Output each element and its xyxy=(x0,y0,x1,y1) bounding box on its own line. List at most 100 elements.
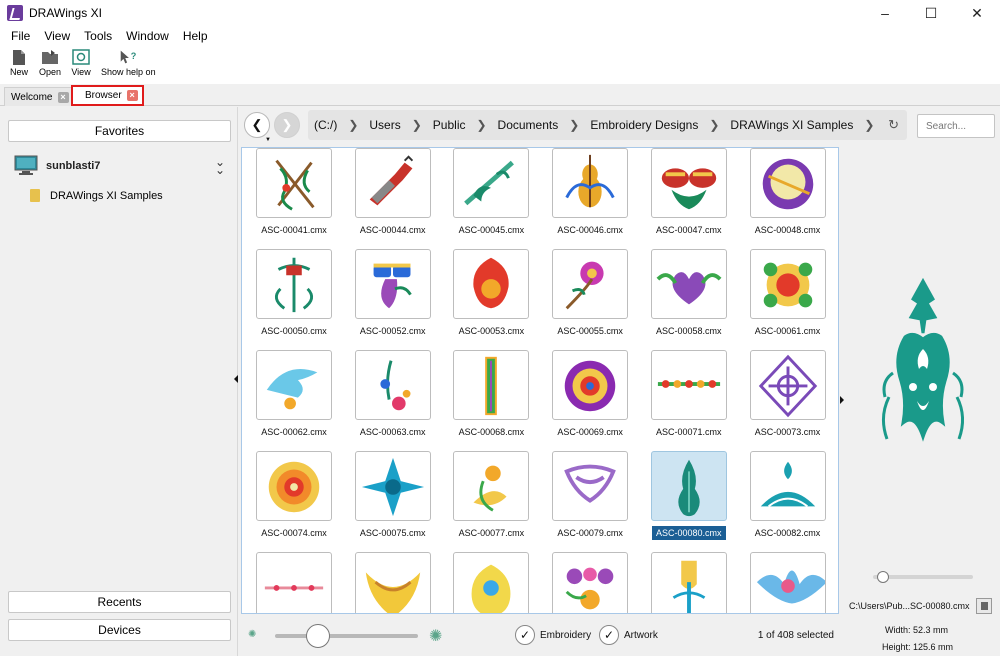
file-name[interactable]: ASC-00080.cmx xyxy=(649,526,729,540)
file-tile[interactable] xyxy=(748,552,828,613)
file-name[interactable]: ASC-00045.cmx xyxy=(445,225,537,235)
file-thumbnail[interactable] xyxy=(749,249,826,319)
tab-browser[interactable]: Browser × xyxy=(71,85,144,106)
file-thumbnail[interactable] xyxy=(552,148,629,218)
file-thumbnail[interactable] xyxy=(256,451,332,521)
file-name[interactable]: ASC-00068.cmx xyxy=(445,427,537,437)
file-tile[interactable]: ASC-00041.cmx xyxy=(254,148,334,248)
devices-button[interactable]: Devices xyxy=(8,619,231,641)
forward-button[interactable]: ❯ xyxy=(274,112,300,138)
file-tile[interactable]: ASC-00050.cmx xyxy=(254,249,334,349)
file-name[interactable]: ASC-00048.cmx xyxy=(742,225,834,235)
file-tile[interactable]: ASC-00071.cmx xyxy=(649,350,729,450)
file-tile[interactable]: ASC-00079.cmx xyxy=(550,451,630,551)
collapse-left-panel-icon[interactable] xyxy=(234,375,238,383)
thumbnail-size-slider[interactable] xyxy=(275,634,418,638)
file-tile[interactable]: ASC-00055.cmx xyxy=(550,249,630,349)
file-name[interactable]: ASC-00058.cmx xyxy=(643,326,735,336)
file-name[interactable]: ASC-00075.cmx xyxy=(347,528,439,538)
menu-view[interactable]: View xyxy=(37,29,77,43)
file-thumbnail[interactable] xyxy=(552,249,629,319)
file-name[interactable]: ASC-00073.cmx xyxy=(742,427,834,437)
zoom-out-icon[interactable]: ✺ xyxy=(248,629,256,640)
history-dropdown-icon[interactable]: ▼ xyxy=(265,137,271,143)
file-name[interactable]: ASC-00061.cmx xyxy=(742,326,834,336)
file-thumbnail[interactable] xyxy=(552,350,629,420)
menu-file[interactable]: File xyxy=(4,29,37,43)
file-thumbnail[interactable] xyxy=(256,552,332,613)
chevron-right-icon[interactable]: ❯ xyxy=(701,118,727,132)
file-name[interactable]: ASC-00053.cmx xyxy=(445,326,537,336)
file-tile[interactable] xyxy=(353,552,433,613)
file-thumbnail[interactable] xyxy=(453,148,530,218)
file-tile[interactable]: ASC-00062.cmx xyxy=(254,350,334,450)
file-name[interactable]: ASC-00046.cmx xyxy=(544,225,636,235)
file-thumbnail[interactable] xyxy=(749,148,826,218)
computer-node[interactable]: sunblasti7 ⌄ ⌄ xyxy=(14,153,232,179)
file-name[interactable]: ASC-00063.cmx xyxy=(347,427,439,437)
file-thumbnail[interactable] xyxy=(749,350,826,420)
file-tile[interactable] xyxy=(254,552,334,613)
file-name[interactable]: ASC-00047.cmx xyxy=(643,225,735,235)
file-tile[interactable]: ASC-00074.cmx xyxy=(254,451,334,551)
show-help-button[interactable]: ? Show help on xyxy=(96,46,161,77)
collapse-preview-icon[interactable] xyxy=(840,396,844,404)
file-thumbnail[interactable] xyxy=(256,148,332,218)
file-tile[interactable]: ASC-00068.cmx xyxy=(451,350,531,450)
file-thumbnail[interactable] xyxy=(354,148,431,218)
file-name[interactable]: ASC-00050.cmx xyxy=(248,326,340,336)
open-button[interactable]: Open xyxy=(34,46,66,77)
file-tile[interactable] xyxy=(451,552,531,613)
file-tile[interactable]: ASC-00069.cmx xyxy=(550,350,630,450)
favorites-button[interactable]: Favorites xyxy=(8,120,231,142)
embroidery-filter[interactable]: ✓ Embroidery xyxy=(515,625,591,645)
chevron-right-icon[interactable]: ❯ xyxy=(561,118,587,132)
folder-item[interactable]: DRAWings XI Samples xyxy=(30,189,163,202)
file-tile[interactable]: ASC-00082.cmx xyxy=(748,451,828,551)
preview-zoom-handle[interactable] xyxy=(877,571,889,583)
file-tile[interactable]: ASC-00044.cmx xyxy=(353,148,433,248)
file-name[interactable]: ASC-00074.cmx xyxy=(248,528,340,538)
new-button[interactable]: New xyxy=(4,46,34,77)
file-thumbnail[interactable] xyxy=(453,350,530,420)
close-tab-icon[interactable]: × xyxy=(126,90,138,101)
file-thumbnail[interactable] xyxy=(552,552,629,613)
file-thumbnail[interactable] xyxy=(354,249,431,319)
file-thumbnail[interactable] xyxy=(650,350,727,420)
file-name[interactable]: ASC-00044.cmx xyxy=(347,225,439,235)
file-tile[interactable]: ASC-00073.cmx xyxy=(748,350,828,450)
refresh-icon[interactable]: ↻ xyxy=(888,117,899,133)
breadcrumb-drive[interactable]: (C:/) xyxy=(311,118,340,132)
file-name[interactable]: ASC-00082.cmx xyxy=(742,528,834,538)
file-thumbnail[interactable] xyxy=(650,552,727,613)
menu-help[interactable]: Help xyxy=(176,29,215,43)
slider-handle[interactable] xyxy=(305,624,330,648)
file-name[interactable]: ASC-00052.cmx xyxy=(347,326,439,336)
chevron-right-icon[interactable]: ❯ xyxy=(856,118,882,132)
chevron-right-icon[interactable]: ❯ xyxy=(468,118,494,132)
breadcrumb-samples[interactable]: DRAWings XI Samples xyxy=(727,118,856,132)
file-thumbnail[interactable] xyxy=(256,350,332,420)
file-tile[interactable]: ASC-00053.cmx xyxy=(451,249,531,349)
zoom-in-icon[interactable]: ✺ xyxy=(429,626,442,646)
maximize-icon[interactable]: ☐ xyxy=(908,0,954,26)
file-thumbnail[interactable] xyxy=(650,148,727,218)
search-input[interactable] xyxy=(917,114,995,138)
file-tile[interactable]: ASC-00075.cmx xyxy=(353,451,433,551)
breadcrumb-documents[interactable]: Documents xyxy=(495,118,562,132)
file-name[interactable]: ASC-00041.cmx xyxy=(248,225,340,235)
file-tile[interactable]: ASC-00047.cmx xyxy=(649,148,729,248)
file-thumbnail[interactable] xyxy=(552,451,629,521)
file-tile[interactable]: ASC-00058.cmx xyxy=(649,249,729,349)
tab-welcome[interactable]: Welcome × xyxy=(4,87,74,106)
file-thumbnail[interactable] xyxy=(650,249,727,319)
menu-tools[interactable]: Tools xyxy=(77,29,119,43)
file-name[interactable]: ASC-00055.cmx xyxy=(544,326,636,336)
file-thumbnail[interactable] xyxy=(749,552,826,613)
file-tile[interactable]: ASC-00045.cmx xyxy=(451,148,531,248)
file-thumbnail[interactable] xyxy=(453,552,530,613)
file-tile[interactable]: ASC-00063.cmx xyxy=(353,350,433,450)
artwork-filter[interactable]: ✓ Artwork xyxy=(599,625,658,645)
back-button[interactable]: ❮ xyxy=(244,112,270,138)
file-name[interactable]: ASC-00079.cmx xyxy=(544,528,636,538)
